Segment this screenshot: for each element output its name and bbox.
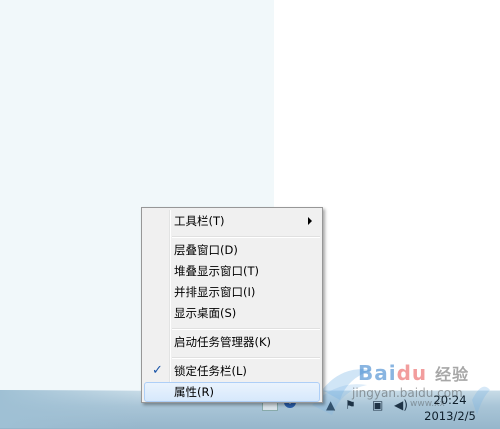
taskbar-buttons-area <box>0 390 140 428</box>
menu-item-task-manager[interactable]: 启动任务管理器(K) <box>144 332 320 352</box>
menu-item-label: 层叠窗口(D) <box>174 243 238 257</box>
menu-item-side-by-side-windows[interactable]: 并排显示窗口(I) <box>144 282 320 302</box>
watermark-brand: Baidu 经验 <box>358 361 470 385</box>
menu-item-label: 堆叠显示窗口(T) <box>174 264 259 278</box>
menu-separator <box>172 357 320 359</box>
menu-item-label: 锁定任务栏(L) <box>174 364 247 378</box>
menu-item-properties[interactable]: 属性(R) <box>144 382 320 402</box>
clock-date: 2013/2/5 <box>424 409 476 423</box>
watermark-sub2: www.xx <box>410 399 445 409</box>
flag-icon[interactable]: ⚑ <box>345 398 356 412</box>
menu-separator <box>172 236 320 238</box>
menu-item-label: 并排显示窗口(I) <box>174 285 256 299</box>
show-hidden-arrow-icon[interactable]: ▲ <box>326 398 335 412</box>
submenu-arrow-icon <box>308 217 312 225</box>
menu-item-label: 启动任务管理器(K) <box>174 335 272 349</box>
menu-item-cascade-windows[interactable]: 层叠窗口(D) <box>144 240 320 260</box>
menu-item-stack-windows[interactable]: 堆叠显示窗口(T) <box>144 261 320 281</box>
menu-item-label: 工具栏(T) <box>174 214 225 228</box>
taskbar-context-menu: 工具栏(T) 层叠窗口(D) 堆叠显示窗口(T) 并排显示窗口(I) 显示桌面(… <box>141 207 323 403</box>
menu-item-label: 属性(R) <box>174 385 214 399</box>
network-icon[interactable]: ▣ <box>372 398 383 412</box>
menu-item-lock-taskbar[interactable]: ✓ 锁定任务栏(L) <box>144 361 320 381</box>
volume-icon[interactable]: ◀) <box>394 398 408 412</box>
menu-item-label: 显示桌面(S) <box>174 306 237 320</box>
menu-separator <box>172 328 320 330</box>
watermark-sub: jingyan.baidu.com <box>352 386 463 400</box>
menu-item-show-desktop[interactable]: 显示桌面(S) <box>144 303 320 323</box>
menu-item-toolbars[interactable]: 工具栏(T) <box>144 211 320 231</box>
check-icon: ✓ <box>152 363 163 378</box>
